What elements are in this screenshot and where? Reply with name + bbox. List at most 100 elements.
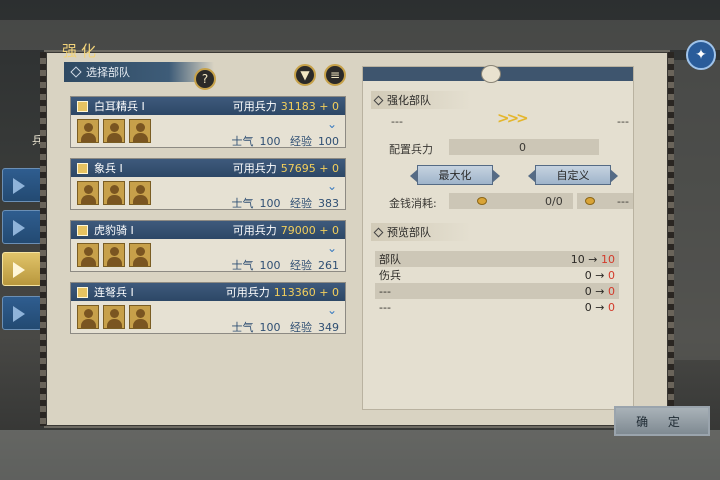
unit-type-icon [77, 286, 88, 298]
select-unit-header: 选择部队 [64, 62, 214, 82]
unit-type-icon [77, 224, 88, 236]
question-icon: ? [201, 72, 209, 86]
unit-name: 虎豹骑 I [94, 224, 134, 237]
chevron-down-icon[interactable]: ⌄ [327, 117, 337, 131]
preview-to: 10 [601, 252, 615, 266]
strengthen-unit-title: 强化部队 [387, 94, 431, 107]
maximize-button[interactable]: 最大化 [410, 165, 500, 185]
preview-row: --- 0 → 0 [375, 299, 619, 315]
general-portrait-icon[interactable] [129, 119, 151, 143]
custom-button[interactable]: 自定义 [528, 165, 618, 185]
filter-icon: ▼ [300, 68, 310, 82]
unit-body: ⌄ 士气 100 经验 261 [71, 239, 345, 273]
power-label: 可用兵力 [232, 224, 277, 237]
tab-arrow-icon [13, 306, 25, 322]
power-value: 57695 + 0 [280, 161, 339, 175]
exp-value: 100 [318, 135, 339, 148]
cost-label: 金钱消耗: [389, 197, 437, 210]
side-tab-1[interactable] [2, 168, 42, 202]
exp-label: 经验 [290, 259, 312, 272]
diamond-icon [373, 95, 384, 105]
right-header-bar [363, 65, 633, 83]
preview-from: 0 [584, 284, 592, 298]
unit-stats: 士气 100 经验 383 [226, 195, 340, 211]
unit-type-icon [77, 100, 88, 112]
coin-icon [477, 197, 487, 205]
preview-label: --- [379, 300, 391, 314]
preview-unit-title: 预览部队 [387, 226, 431, 239]
upgrade-arrows-icon: >>> [497, 109, 529, 127]
power-value: 113360 + 0 [273, 285, 339, 299]
morale-value: 100 [259, 135, 281, 148]
exp-label: 经验 [290, 321, 312, 334]
morale-value: 100 [259, 259, 281, 272]
unit-body: ⌄ 士气 100 经验 100 [71, 115, 345, 149]
exp-value: 261 [318, 259, 339, 272]
exp-label: 经验 [290, 135, 312, 148]
preview-label: 伤兵 [379, 269, 401, 282]
filter-button[interactable]: ▼ [294, 64, 316, 86]
confirm-button[interactable]: 确 定 [614, 406, 710, 436]
unit-body: ⌄ 士气 100 经验 383 [71, 177, 345, 211]
general-portrait-icon[interactable] [77, 119, 99, 143]
morale-label: 士气 [231, 197, 254, 210]
help-button[interactable]: ? [194, 68, 216, 90]
unit-card[interactable]: 连弩兵 I 可用兵力 113360 + 0 ⌄ 士气 100 经验 349 [70, 282, 346, 334]
general-portrait-icon[interactable] [129, 305, 151, 329]
main-panel: 选择部队 ? ▼ ≡ 白耳精兵 I 可用兵力 31183 + 0 ⌄ 士气 100… [40, 50, 674, 428]
power-value: 31183 + 0 [280, 99, 339, 113]
preview-unit-header: 预览部队 [371, 223, 471, 241]
list-icon: ≡ [329, 68, 341, 82]
preview-label: 部队 [379, 253, 401, 266]
arrow-icon: → [595, 268, 605, 282]
unit-stats: 士气 100 经验 261 [226, 257, 340, 273]
general-portrait-icon[interactable] [77, 243, 99, 267]
general-portrait-icon[interactable] [103, 181, 125, 205]
general-portrait-icon[interactable] [103, 243, 125, 267]
unit-stats: 士气 100 经验 100 [226, 133, 340, 149]
tab-arrow-icon [13, 220, 25, 236]
unit-card[interactable]: 虎豹骑 I 可用兵力 79000 + 0 ⌄ 士气 100 经验 261 [70, 220, 346, 272]
general-portrait-icon[interactable] [103, 305, 125, 329]
list-button[interactable]: ≡ [324, 64, 346, 86]
preview-from: 0 [584, 300, 592, 314]
strengthen-unit-header: 强化部队 [371, 91, 471, 109]
morale-value: 100 [259, 197, 281, 210]
morale-label: 士气 [231, 259, 254, 272]
side-tab-strengthen[interactable] [2, 252, 42, 286]
preview-row: --- 0 → 0 [375, 283, 619, 299]
side-tab-4[interactable] [2, 296, 42, 330]
close-icon[interactable]: ✦ [686, 40, 716, 70]
preview-to: 0 [608, 300, 615, 314]
chevron-down-icon[interactable]: ⌄ [327, 179, 337, 193]
coin-icon [585, 197, 595, 205]
config-label: 配置兵力 [389, 143, 433, 156]
cost-value: 0/0 [545, 195, 563, 208]
strengthen-column: 强化部队 --- >>> --- 配置兵力 0 最大化 自定义 金钱消耗: 0/… [362, 65, 634, 410]
arrow-icon: → [588, 252, 598, 266]
chevron-down-icon[interactable]: ⌄ [327, 241, 337, 255]
power-label: 可用兵力 [232, 162, 277, 175]
general-portrait-icon[interactable] [129, 181, 151, 205]
unit-header: 连弩兵 I 可用兵力 113360 + 0 [71, 283, 345, 301]
power-value: 79000 + 0 [280, 223, 339, 237]
preview-label: --- [379, 284, 391, 298]
unit-header: 白耳精兵 I 可用兵力 31183 + 0 [71, 97, 345, 115]
side-tab-2[interactable] [2, 210, 42, 244]
diamond-icon [373, 227, 384, 237]
chevron-down-icon[interactable]: ⌄ [327, 303, 337, 317]
preview-row: 部队 10 → 10 [375, 251, 619, 267]
morale-value: 100 [259, 321, 281, 334]
unit-name: 象兵 I [94, 162, 123, 175]
general-portrait-icon[interactable] [129, 243, 151, 267]
from-unit: --- [391, 115, 403, 128]
config-value: 0 [519, 141, 526, 154]
select-unit-title: 选择部队 [86, 66, 130, 79]
general-portrait-icon[interactable] [103, 119, 125, 143]
unit-card[interactable]: 象兵 I 可用兵力 57695 + 0 ⌄ 士气 100 经验 383 [70, 158, 346, 210]
unit-card[interactable]: 白耳精兵 I 可用兵力 31183 + 0 ⌄ 士气 100 经验 100 [70, 96, 346, 148]
morale-label: 士气 [231, 135, 254, 148]
general-portrait-icon[interactable] [77, 181, 99, 205]
general-portrait-icon[interactable] [77, 305, 99, 329]
cost-extra: --- [617, 195, 629, 208]
